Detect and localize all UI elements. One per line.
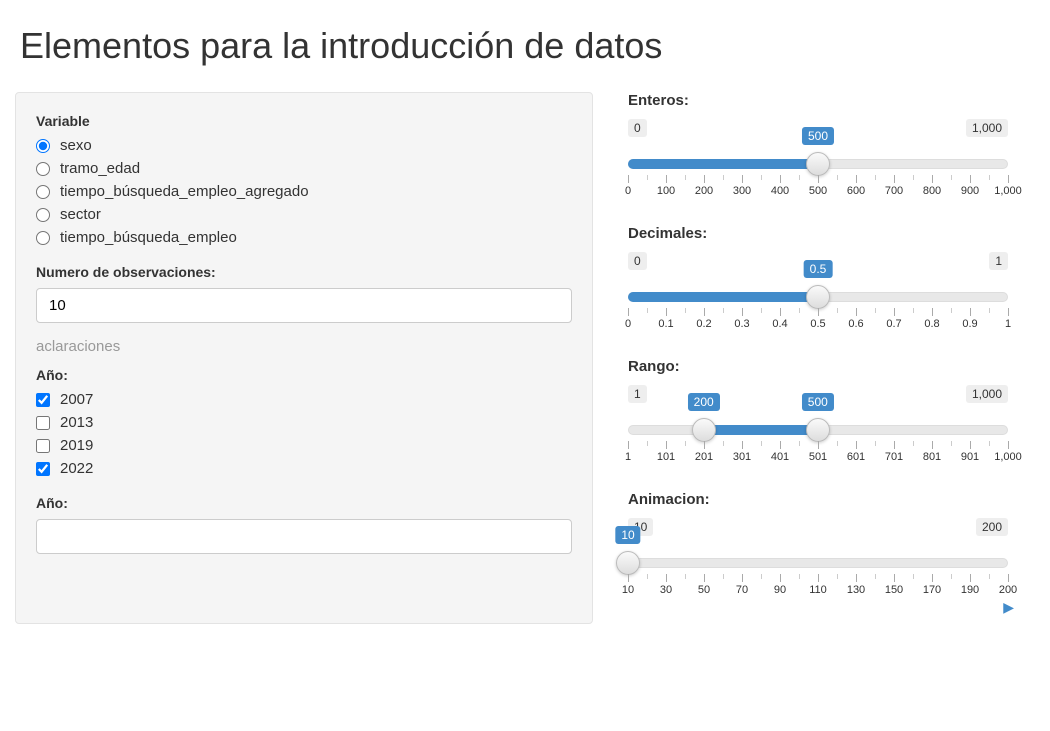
decimal-fill	[628, 292, 818, 302]
play-icon[interactable]: ▶	[1003, 599, 1014, 616]
radio-tiempo-busqueda-agregado[interactable]	[36, 185, 50, 199]
check-label: 2007	[60, 391, 93, 408]
decimal-handle[interactable]	[806, 285, 830, 309]
range-min: 1	[628, 385, 647, 403]
radio-label: sector	[60, 206, 101, 223]
radio-tramo-edad[interactable]	[36, 162, 50, 176]
range-slider-label: Rango:	[628, 358, 1008, 375]
year-select-input[interactable]	[36, 519, 572, 554]
variable-label: Variable	[36, 113, 572, 129]
decimal-min: 0	[628, 252, 647, 270]
decimal-tooltip: 0.5	[804, 260, 833, 278]
anim-handle[interactable]	[616, 551, 640, 575]
anim-tooltip: 10	[615, 526, 640, 544]
year-select-label: Año:	[36, 495, 572, 511]
radio-label: tramo_edad	[60, 160, 140, 177]
radio-sexo[interactable]	[36, 139, 50, 153]
check-2022[interactable]	[36, 462, 50, 476]
radio-label: tiempo_búsqueda_empleo	[60, 229, 237, 246]
radio-label: tiempo_búsqueda_empleo_agregado	[60, 183, 309, 200]
check-2013[interactable]	[36, 416, 50, 430]
integer-handle[interactable]	[806, 152, 830, 176]
check-label: 2022	[60, 460, 93, 477]
radio-sector[interactable]	[36, 208, 50, 222]
num-obs-label: Numero de observaciones:	[36, 264, 572, 280]
anim-max: 200	[976, 518, 1008, 536]
integer-min: 0	[628, 119, 647, 137]
decimal-slider-block: Decimales: 0 1 0.5 00.10.20.30.40.50.60.…	[628, 225, 1008, 336]
integer-max: 1,000	[966, 119, 1008, 137]
integer-ticks: 01002003004005006007008009001,000	[628, 175, 1008, 203]
integer-fill	[628, 159, 818, 169]
num-obs-input[interactable]	[36, 288, 572, 323]
range-ticks: 11012013014015016017018019011,000	[628, 441, 1008, 469]
decimal-slider-label: Decimales:	[628, 225, 1008, 242]
check-2007[interactable]	[36, 393, 50, 407]
anim-slider-label: Animacion:	[628, 491, 1008, 508]
range-lo-tooltip: 200	[688, 393, 720, 411]
variable-radio-group: sexo tramo_edad tiempo_búsqueda_empleo_a…	[36, 137, 572, 246]
radio-tiempo-busqueda[interactable]	[36, 231, 50, 245]
anim-slider-block: Animacion: 10 200 10 1030507090110130150…	[628, 491, 1008, 602]
range-hi-tooltip: 500	[802, 393, 834, 411]
year-check-label: Año:	[36, 367, 572, 383]
page-title: Elementos para la introducción de datos	[20, 25, 1035, 67]
range-fill	[704, 425, 818, 435]
help-text: aclaraciones	[36, 338, 572, 355]
range-lo-handle[interactable]	[692, 418, 716, 442]
range-hi-handle[interactable]	[806, 418, 830, 442]
integer-slider-block: Enteros: 0 1,000 500 0100200300400500600…	[628, 92, 1008, 203]
range-slider-block: Rango: 1 1,000 200 500 11012013014015016…	[628, 358, 1008, 469]
check-2019[interactable]	[36, 439, 50, 453]
range-max: 1,000	[966, 385, 1008, 403]
integer-slider-label: Enteros:	[628, 92, 1008, 109]
decimal-max: 1	[989, 252, 1008, 270]
anim-track[interactable]	[628, 558, 1008, 568]
sidebar-panel: Variable sexo tramo_edad tiempo_búsqueda…	[15, 92, 593, 624]
year-check-group: 2007 2013 2019 2022	[36, 391, 572, 477]
anim-ticks: 1030507090110130150170190200	[628, 574, 1008, 602]
integer-tooltip: 500	[802, 127, 834, 145]
radio-label: sexo	[60, 137, 92, 154]
decimal-ticks: 00.10.20.30.40.50.60.70.80.91	[628, 308, 1008, 336]
check-label: 2019	[60, 437, 93, 454]
check-label: 2013	[60, 414, 93, 431]
